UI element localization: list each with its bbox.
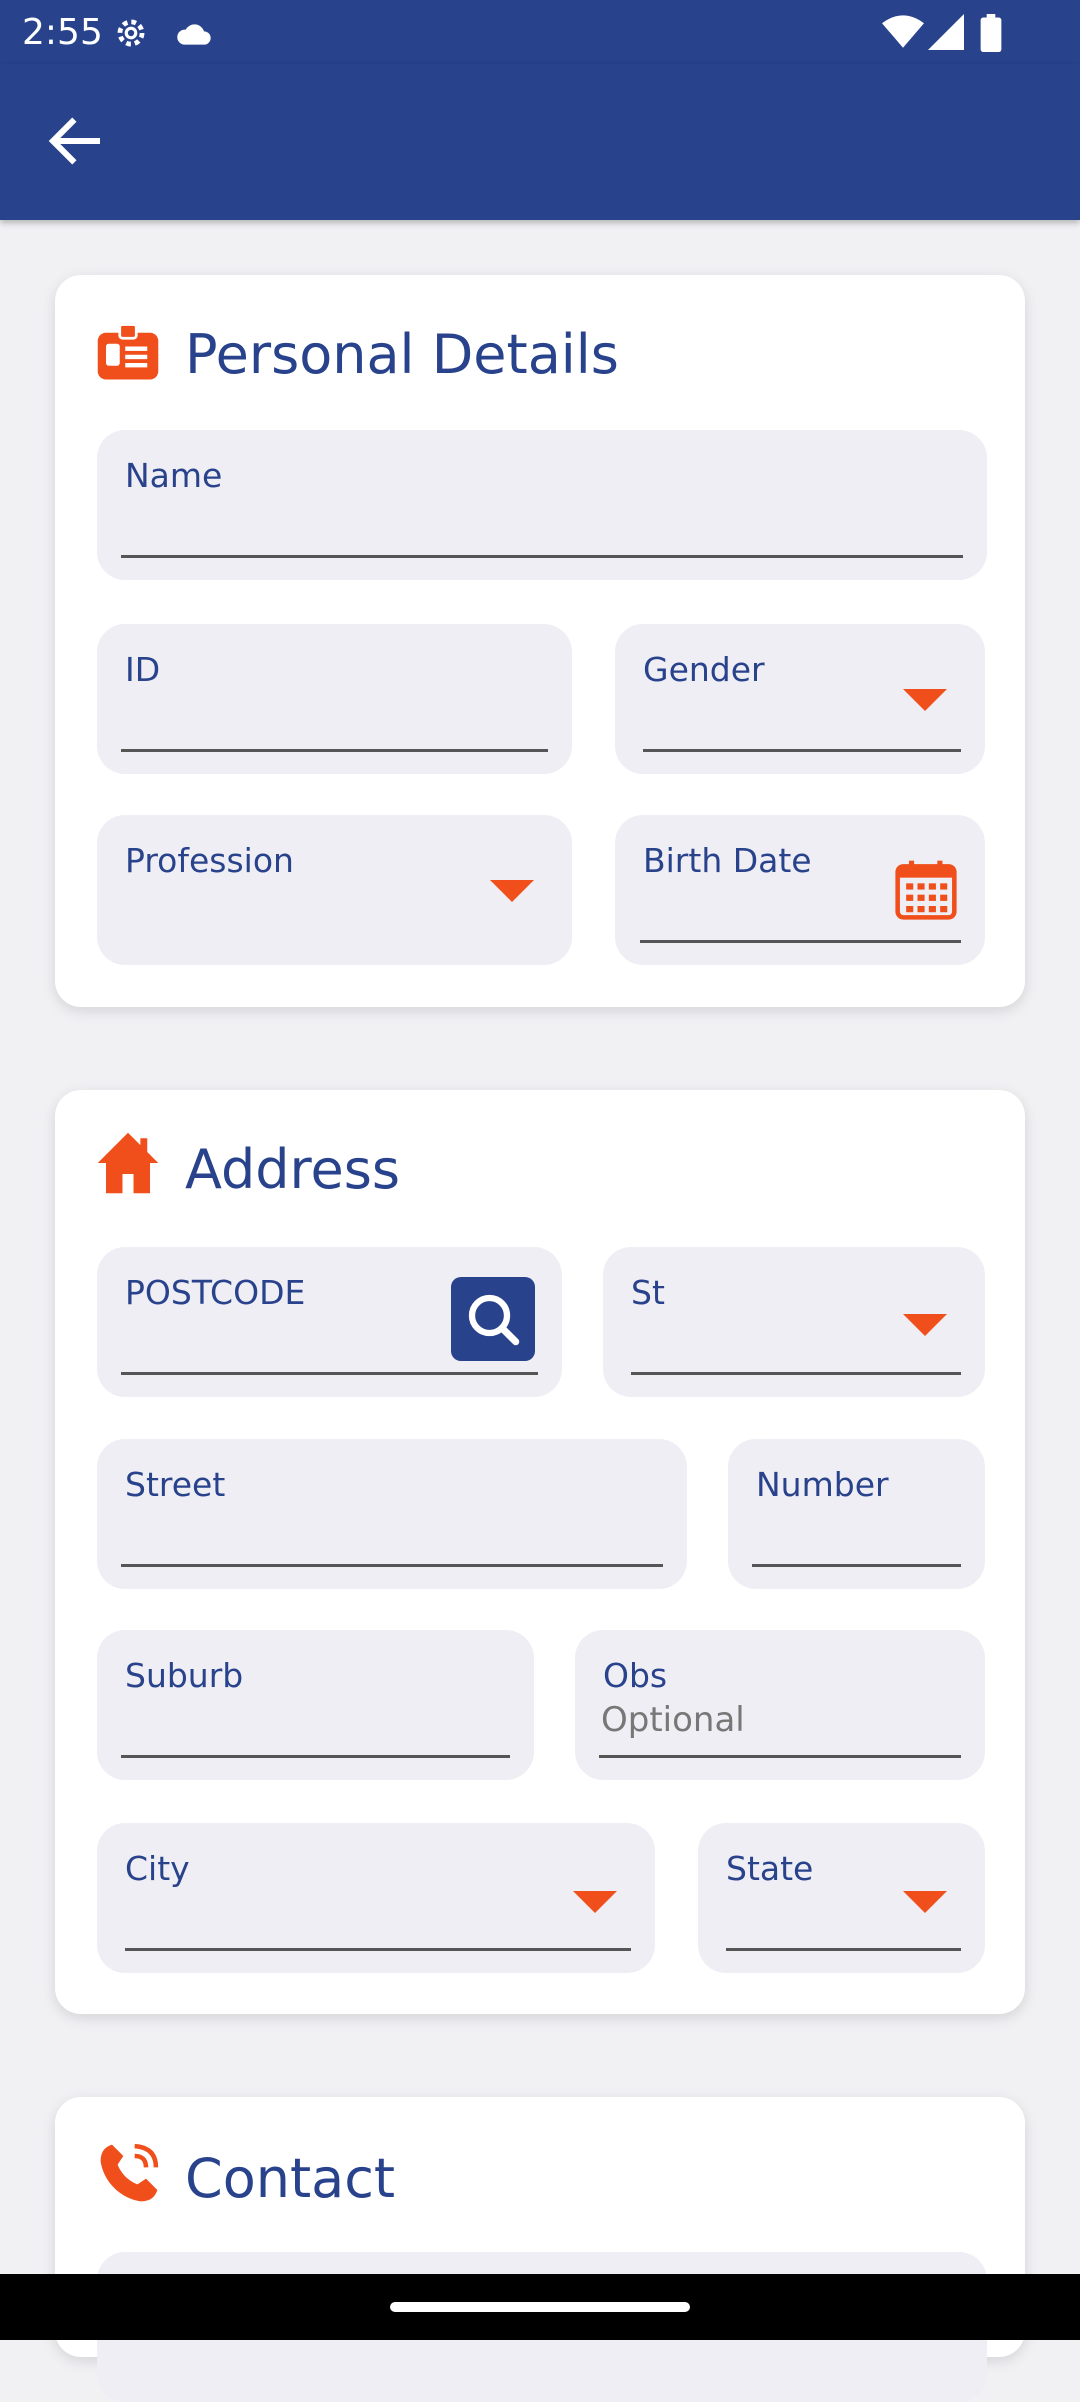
status-time: 2:55: [22, 12, 103, 53]
postcode-label: POSTCODE: [125, 1273, 306, 1312]
st-dropdown[interactable]: St: [603, 1247, 985, 1397]
st-dropdown-caret-icon: [903, 1314, 947, 1336]
gender-dropdown-caret-icon: [903, 689, 947, 711]
back-arrow-icon[interactable]: [42, 108, 108, 174]
name-field[interactable]: Name: [97, 430, 987, 580]
navigation-bar: [0, 2274, 1080, 2340]
signal-icon: [928, 14, 964, 50]
battery-icon: [980, 14, 1002, 52]
street-field[interactable]: Street: [97, 1439, 687, 1589]
city-dropdown-caret-icon: [573, 1891, 617, 1913]
city-underline: [125, 1948, 631, 1951]
birth-date-underline: [640, 940, 961, 943]
personal-details-title: Personal Details: [185, 323, 619, 386]
settings-icon: [117, 19, 145, 47]
id-field[interactable]: ID: [97, 624, 572, 774]
id-badge-icon: [97, 323, 159, 380]
home-gesture-handle[interactable]: [390, 2302, 690, 2312]
search-icon: [468, 1294, 520, 1346]
app-bar: [0, 64, 1080, 220]
gender-dropdown[interactable]: Gender: [615, 624, 985, 774]
state-dropdown-caret-icon: [903, 1891, 947, 1913]
suburb-label: Suburb: [125, 1656, 244, 1695]
state-label: State: [726, 1849, 814, 1888]
state-underline: [726, 1948, 961, 1951]
address-card: Address POSTCODE St Street Number Suburb…: [55, 1090, 1025, 2014]
contact-title: Contact: [185, 2147, 396, 2210]
postcode-field[interactable]: POSTCODE: [97, 1247, 562, 1397]
number-underline: [752, 1564, 961, 1567]
id-label: ID: [125, 650, 161, 689]
street-label: Street: [125, 1465, 226, 1504]
gender-underline: [643, 749, 961, 752]
obs-placeholder: Optional: [601, 1700, 745, 1740]
state-dropdown[interactable]: State: [698, 1823, 985, 1973]
name-underline: [121, 555, 963, 558]
obs-underline: [599, 1755, 961, 1758]
address-title: Address: [185, 1138, 401, 1201]
street-underline: [121, 1564, 663, 1567]
profession-dropdown[interactable]: Profession: [97, 815, 572, 965]
profession-dropdown-caret-icon: [490, 880, 534, 902]
id-underline: [121, 749, 548, 752]
number-field[interactable]: Number: [728, 1439, 985, 1589]
calendar-icon[interactable]: [892, 855, 960, 923]
birth-date-label: Birth Date: [643, 841, 812, 880]
obs-field[interactable]: Obs Optional: [575, 1630, 985, 1780]
postcode-underline: [121, 1372, 538, 1375]
city-label: City: [125, 1849, 190, 1888]
suburb-field[interactable]: Suburb: [97, 1630, 534, 1780]
home-icon: [97, 1132, 159, 1194]
city-dropdown[interactable]: City: [97, 1823, 655, 1973]
st-label: St: [631, 1273, 665, 1312]
personal-details-card: Personal Details Name ID Gender Professi…: [55, 275, 1025, 1007]
obs-label: Obs: [603, 1656, 668, 1695]
postcode-search-button[interactable]: [451, 1277, 535, 1361]
phone-icon: [100, 2143, 159, 2202]
suburb-underline: [121, 1755, 510, 1758]
profession-label: Profession: [125, 841, 294, 880]
cloud-icon: [177, 24, 211, 45]
wifi-icon: [882, 15, 924, 48]
gender-label: Gender: [643, 650, 765, 689]
status-bar: 2:55: [0, 0, 1080, 64]
name-label: Name: [125, 456, 223, 495]
number-label: Number: [756, 1465, 889, 1504]
birth-date-field[interactable]: Birth Date: [615, 815, 985, 965]
st-underline: [631, 1372, 961, 1375]
